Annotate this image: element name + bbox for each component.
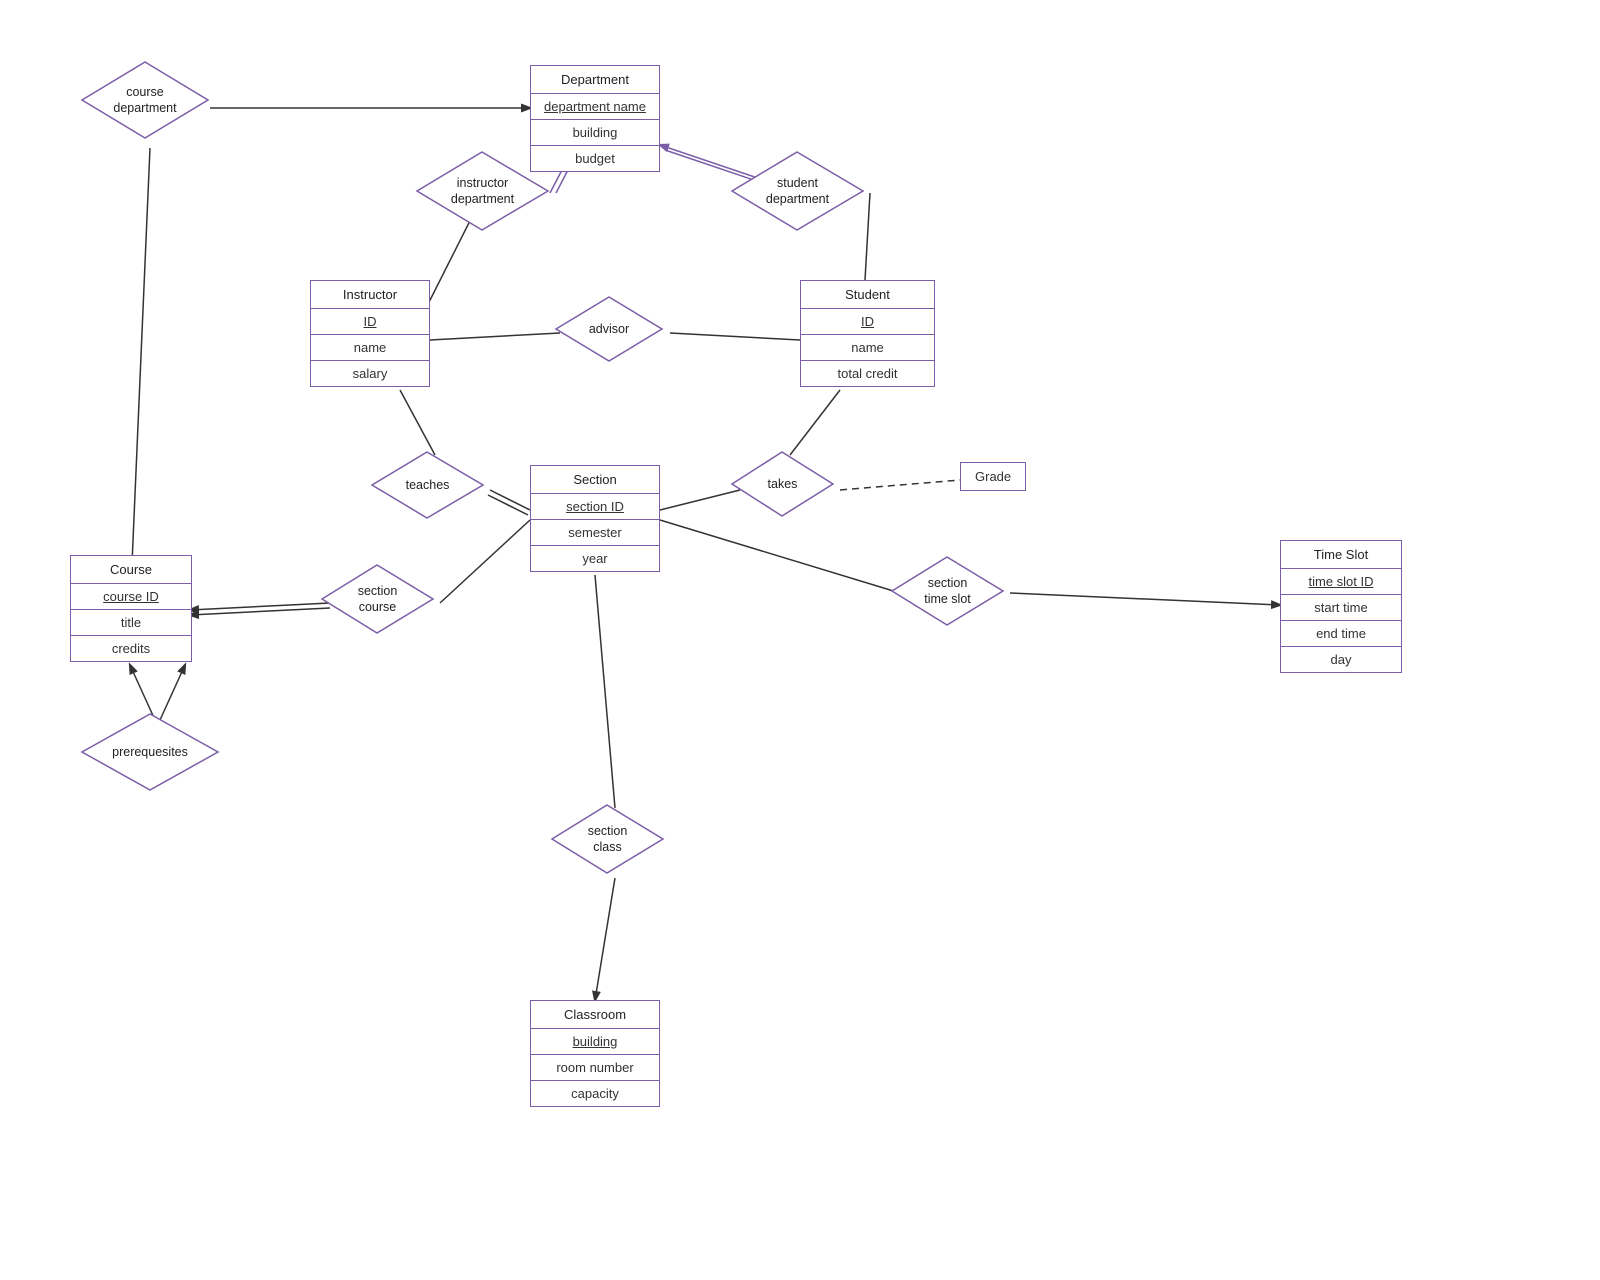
- entity-course-title: Course: [71, 556, 191, 584]
- entity-section-title: Section: [531, 466, 659, 494]
- relationship-section-timeslot-label: sectiontime slot: [924, 575, 971, 608]
- entity-instructor-title: Instructor: [311, 281, 429, 309]
- relationship-takes: takes: [730, 450, 835, 518]
- relationship-section-class-label: sectionclass: [588, 823, 628, 856]
- entity-timeslot-attr-start: start time: [1281, 595, 1401, 621]
- entity-classroom: Classroom building room number capacity: [530, 1000, 660, 1107]
- entity-classroom-title: Classroom: [531, 1001, 659, 1029]
- relationship-teaches: teaches: [370, 450, 485, 520]
- entity-course: Course course ID title credits: [70, 555, 192, 662]
- entity-section: Section section ID semester year: [530, 465, 660, 572]
- relationship-section-timeslot: sectiontime slot: [890, 555, 1005, 627]
- entity-timeslot-attr-end: end time: [1281, 621, 1401, 647]
- entity-classroom-attr-capacity: capacity: [531, 1081, 659, 1106]
- entity-student-title: Student: [801, 281, 934, 309]
- entity-department-title: Department: [531, 66, 659, 94]
- entity-course-attr-id: course ID: [71, 584, 191, 610]
- entity-student-attr-name: name: [801, 335, 934, 361]
- entity-student: Student ID name total credit: [800, 280, 935, 387]
- er-diagram: Department department name building budg…: [0, 0, 1600, 1280]
- entity-instructor-attr-salary: salary: [311, 361, 429, 386]
- entity-section-attr-id: section ID: [531, 494, 659, 520]
- relationship-section-course: sectioncourse: [320, 563, 435, 635]
- grade-box: Grade: [960, 462, 1026, 491]
- entity-section-attr-semester: semester: [531, 520, 659, 546]
- relationship-prerequesites: prerequesites: [80, 712, 220, 792]
- entity-department-attr-building: building: [531, 120, 659, 146]
- relationship-takes-label: takes: [768, 476, 798, 492]
- entity-timeslot-title: Time Slot: [1281, 541, 1401, 569]
- relationship-student-department-label: studentdepartment: [766, 175, 829, 208]
- relationship-instructor-department-label: instructordepartment: [451, 175, 514, 208]
- relationship-prerequesites-label: prerequesites: [112, 744, 188, 760]
- relationship-section-course-label: sectioncourse: [358, 583, 398, 616]
- entity-instructor: Instructor ID name salary: [310, 280, 430, 387]
- entity-department-attr-budget: budget: [531, 146, 659, 171]
- entity-course-attr-title: title: [71, 610, 191, 636]
- entity-instructor-attr-name: name: [311, 335, 429, 361]
- relationship-course-department-label: coursedepartment: [113, 84, 176, 117]
- entity-classroom-attr-room: room number: [531, 1055, 659, 1081]
- entity-student-attr-id: ID: [801, 309, 934, 335]
- entity-timeslot: Time Slot time slot ID start time end ti…: [1280, 540, 1402, 673]
- entity-department-attr-name: department name: [531, 94, 659, 120]
- relationship-teaches-label: teaches: [406, 477, 450, 493]
- entity-timeslot-attr-id: time slot ID: [1281, 569, 1401, 595]
- relationship-instructor-department: instructordepartment: [415, 150, 550, 232]
- relationship-advisor: advisor: [554, 295, 664, 363]
- entity-classroom-attr-building: building: [531, 1029, 659, 1055]
- entity-student-attr-credit: total credit: [801, 361, 934, 386]
- entity-section-attr-year: year: [531, 546, 659, 571]
- entity-instructor-attr-id: ID: [311, 309, 429, 335]
- entity-course-attr-credits: credits: [71, 636, 191, 661]
- relationship-course-department: coursedepartment: [80, 60, 210, 140]
- entity-timeslot-attr-day: day: [1281, 647, 1401, 672]
- relationship-advisor-label: advisor: [589, 321, 629, 337]
- relationship-section-class: sectionclass: [550, 803, 665, 875]
- relationship-student-department: studentdepartment: [730, 150, 865, 232]
